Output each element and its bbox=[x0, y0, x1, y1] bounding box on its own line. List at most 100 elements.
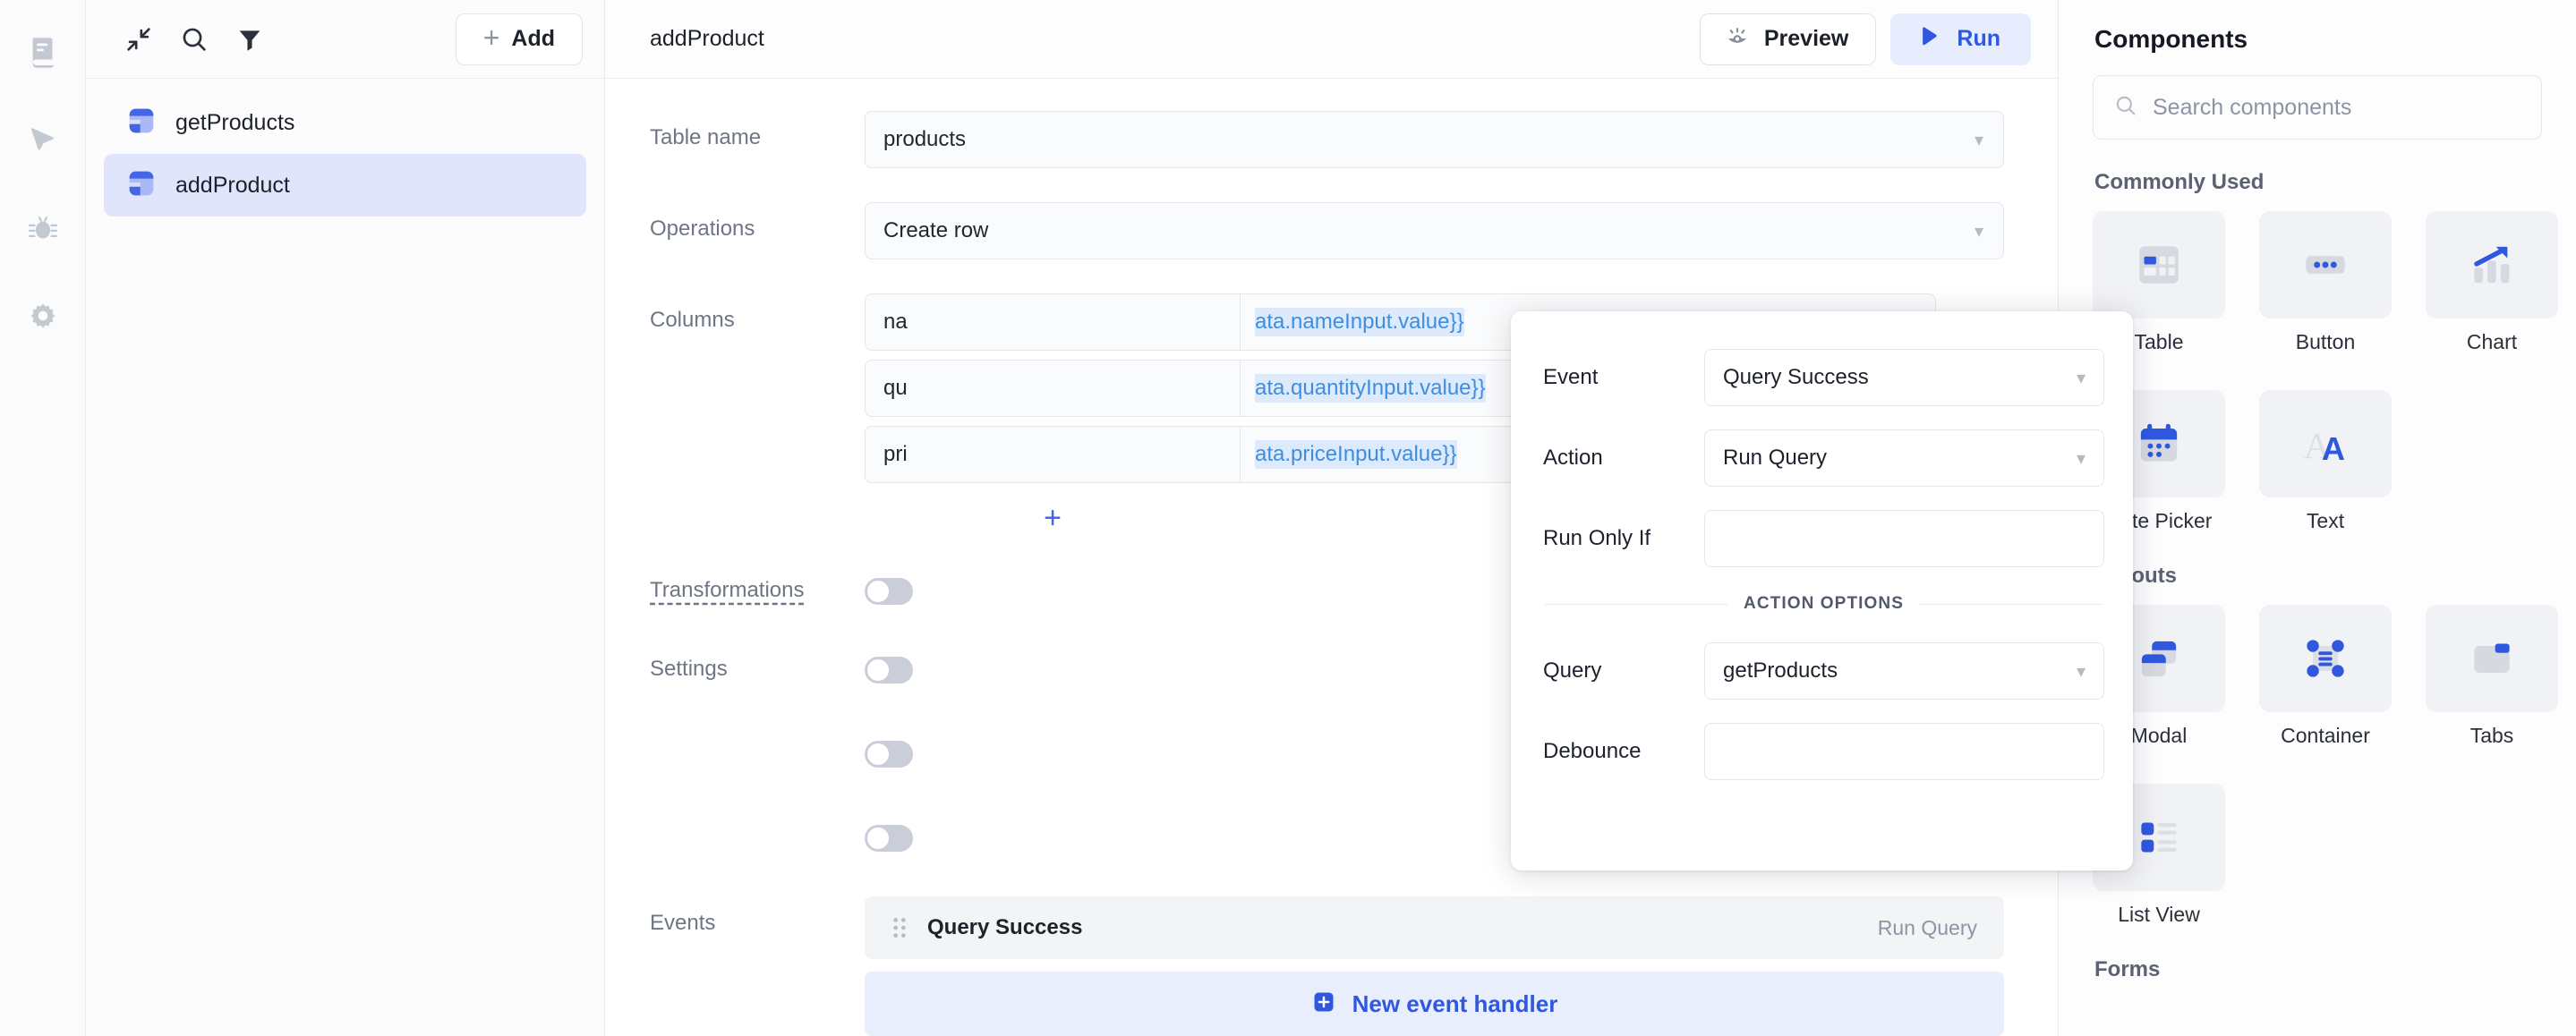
drag-handle-icon[interactable] bbox=[884, 916, 915, 939]
settings-toggle-1[interactable] bbox=[865, 657, 913, 684]
query-panel-toolbar: + Add bbox=[86, 0, 604, 79]
popover-event-select[interactable]: Query Success ▾ bbox=[1704, 349, 2104, 406]
new-event-handler-label: New event handler bbox=[1352, 990, 1558, 1018]
add-query-label: Add bbox=[511, 26, 555, 52]
query-list-item-getproducts[interactable]: getProducts bbox=[104, 91, 586, 154]
popover-action-value: Run Query bbox=[1723, 446, 1827, 471]
search-icon bbox=[2113, 93, 2138, 123]
component-label: Button bbox=[2259, 330, 2392, 354]
settings-label: Settings bbox=[650, 642, 865, 682]
cursor-icon[interactable] bbox=[0, 97, 86, 184]
query-icon bbox=[127, 106, 156, 140]
section-title-forms: Forms bbox=[2094, 957, 2542, 982]
tabs-icon bbox=[2426, 605, 2558, 712]
column-key-input[interactable]: na bbox=[865, 293, 1241, 351]
transformations-label: Transformations bbox=[650, 564, 865, 603]
plus-icon: + bbox=[1044, 503, 1062, 533]
column-key-input[interactable]: pri bbox=[865, 426, 1241, 483]
preview-label: Preview bbox=[1764, 26, 1849, 52]
operations-label: Operations bbox=[650, 202, 865, 242]
column-value-token: ata.nameInput.value}} bbox=[1255, 308, 1464, 336]
component-label: Chart bbox=[2426, 330, 2558, 354]
page-title: addProduct bbox=[650, 26, 764, 52]
add-query-button[interactable]: + Add bbox=[456, 13, 583, 65]
search-components-input[interactable]: Search components bbox=[2093, 75, 2542, 140]
transformations-toggle[interactable] bbox=[865, 578, 913, 605]
svg-text:A: A bbox=[2322, 430, 2345, 467]
events-label: Events bbox=[650, 896, 865, 936]
plus-icon: + bbox=[483, 23, 500, 52]
chevron-down-icon: ▾ bbox=[2077, 447, 2086, 470]
popover-row-run-only-if: Run Only If bbox=[1543, 510, 2104, 567]
operations-value: Create row bbox=[883, 218, 988, 243]
component-text[interactable]: A A Text bbox=[2259, 390, 2392, 533]
search-icon[interactable] bbox=[166, 12, 222, 67]
gear-icon[interactable] bbox=[0, 272, 86, 360]
run-label: Run bbox=[1957, 26, 2000, 52]
component-container[interactable]: Container bbox=[2259, 605, 2392, 748]
query-name: getProducts bbox=[175, 110, 294, 136]
popover-run-only-if-input[interactable] bbox=[1704, 510, 2104, 567]
popover-event-label: Event bbox=[1543, 365, 1704, 390]
column-value-token: ata.quantityInput.value}} bbox=[1255, 374, 1486, 403]
bug-icon[interactable] bbox=[0, 184, 86, 272]
field-table-name: Table name products ▾ bbox=[605, 111, 2058, 168]
editor-header-actions: Preview Run bbox=[1700, 13, 2031, 65]
plus-square-icon bbox=[1311, 989, 1336, 1019]
column-key-input[interactable]: qu bbox=[865, 360, 1241, 417]
popover-row-event: Event Query Success ▾ bbox=[1543, 349, 2104, 406]
popover-debounce-label: Debounce bbox=[1543, 739, 1704, 764]
component-label: Tabs bbox=[2426, 724, 2558, 748]
play-icon bbox=[1915, 23, 1942, 55]
popover-query-select[interactable]: getProducts ▾ bbox=[1704, 642, 2104, 700]
text-icon: A A bbox=[2259, 390, 2392, 497]
filter-icon[interactable] bbox=[222, 12, 277, 67]
event-handler-row[interactable]: Query Success Run Query bbox=[865, 896, 2004, 959]
divider-line-right bbox=[1920, 604, 2103, 605]
component-label: Container bbox=[2259, 724, 2392, 748]
component-grid-commonly-used: Table Button bbox=[2093, 211, 2542, 533]
settings-toggle-2[interactable] bbox=[865, 741, 913, 768]
settings-toggle-3[interactable] bbox=[865, 825, 913, 852]
component-label: List View bbox=[2093, 903, 2225, 927]
preview-button[interactable]: Preview bbox=[1700, 13, 1877, 65]
run-button[interactable]: Run bbox=[1890, 13, 2031, 65]
button-icon bbox=[2259, 211, 2392, 318]
app-root: + Add getProducts bbox=[0, 0, 2576, 1036]
queries-icon[interactable] bbox=[0, 9, 86, 97]
chevron-down-icon: ▾ bbox=[2077, 660, 2086, 683]
components-title: Components bbox=[2094, 25, 2542, 54]
column-value-token: ata.priceInput.value}} bbox=[1255, 440, 1457, 469]
divider-line-left bbox=[1545, 604, 1727, 605]
popover-query-label: Query bbox=[1543, 658, 1704, 684]
components-panel: Components Search components Commonly Us… bbox=[2059, 0, 2576, 1036]
component-chart[interactable]: Chart bbox=[2426, 211, 2558, 354]
event-handler-popover: Event Query Success ▾ Action Run Query ▾… bbox=[1511, 311, 2133, 870]
component-label: Text bbox=[2259, 509, 2392, 533]
popover-query-value: getProducts bbox=[1723, 658, 1838, 684]
event-name: Query Success bbox=[927, 915, 1082, 940]
component-button[interactable]: Button bbox=[2259, 211, 2392, 354]
field-events: Events Query Success Run Query bbox=[605, 896, 2058, 1036]
popover-action-select[interactable]: Run Query ▾ bbox=[1704, 429, 2104, 487]
editor-header: addProduct Preview bbox=[605, 0, 2058, 79]
new-event-handler-button[interactable]: New event handler bbox=[865, 972, 2004, 1036]
component-tabs[interactable]: Tabs bbox=[2426, 605, 2558, 748]
popover-row-action: Action Run Query ▾ bbox=[1543, 429, 2104, 487]
component-grid-layouts: Modal Container bbox=[2093, 605, 2542, 927]
popover-debounce-input[interactable] bbox=[1704, 723, 2104, 780]
chart-icon bbox=[2426, 211, 2558, 318]
operations-select[interactable]: Create row ▾ bbox=[865, 202, 2004, 259]
query-list-panel: + Add getProducts bbox=[86, 0, 605, 1036]
query-icon bbox=[127, 169, 156, 202]
query-list-item-addproduct[interactable]: addProduct bbox=[104, 154, 586, 217]
field-operations: Operations Create row ▾ bbox=[605, 202, 2058, 259]
collapse-arrows-icon[interactable] bbox=[111, 12, 166, 67]
chevron-down-icon: ▾ bbox=[2077, 367, 2086, 389]
table-name-select[interactable]: products ▾ bbox=[865, 111, 2004, 168]
container-icon bbox=[2259, 605, 2392, 712]
section-title-commonly-used: Commonly Used bbox=[2094, 170, 2542, 195]
table-name-value: products bbox=[883, 127, 966, 152]
add-column-button[interactable]: + bbox=[865, 492, 1241, 544]
query-list: getProducts addProduct bbox=[86, 79, 604, 217]
